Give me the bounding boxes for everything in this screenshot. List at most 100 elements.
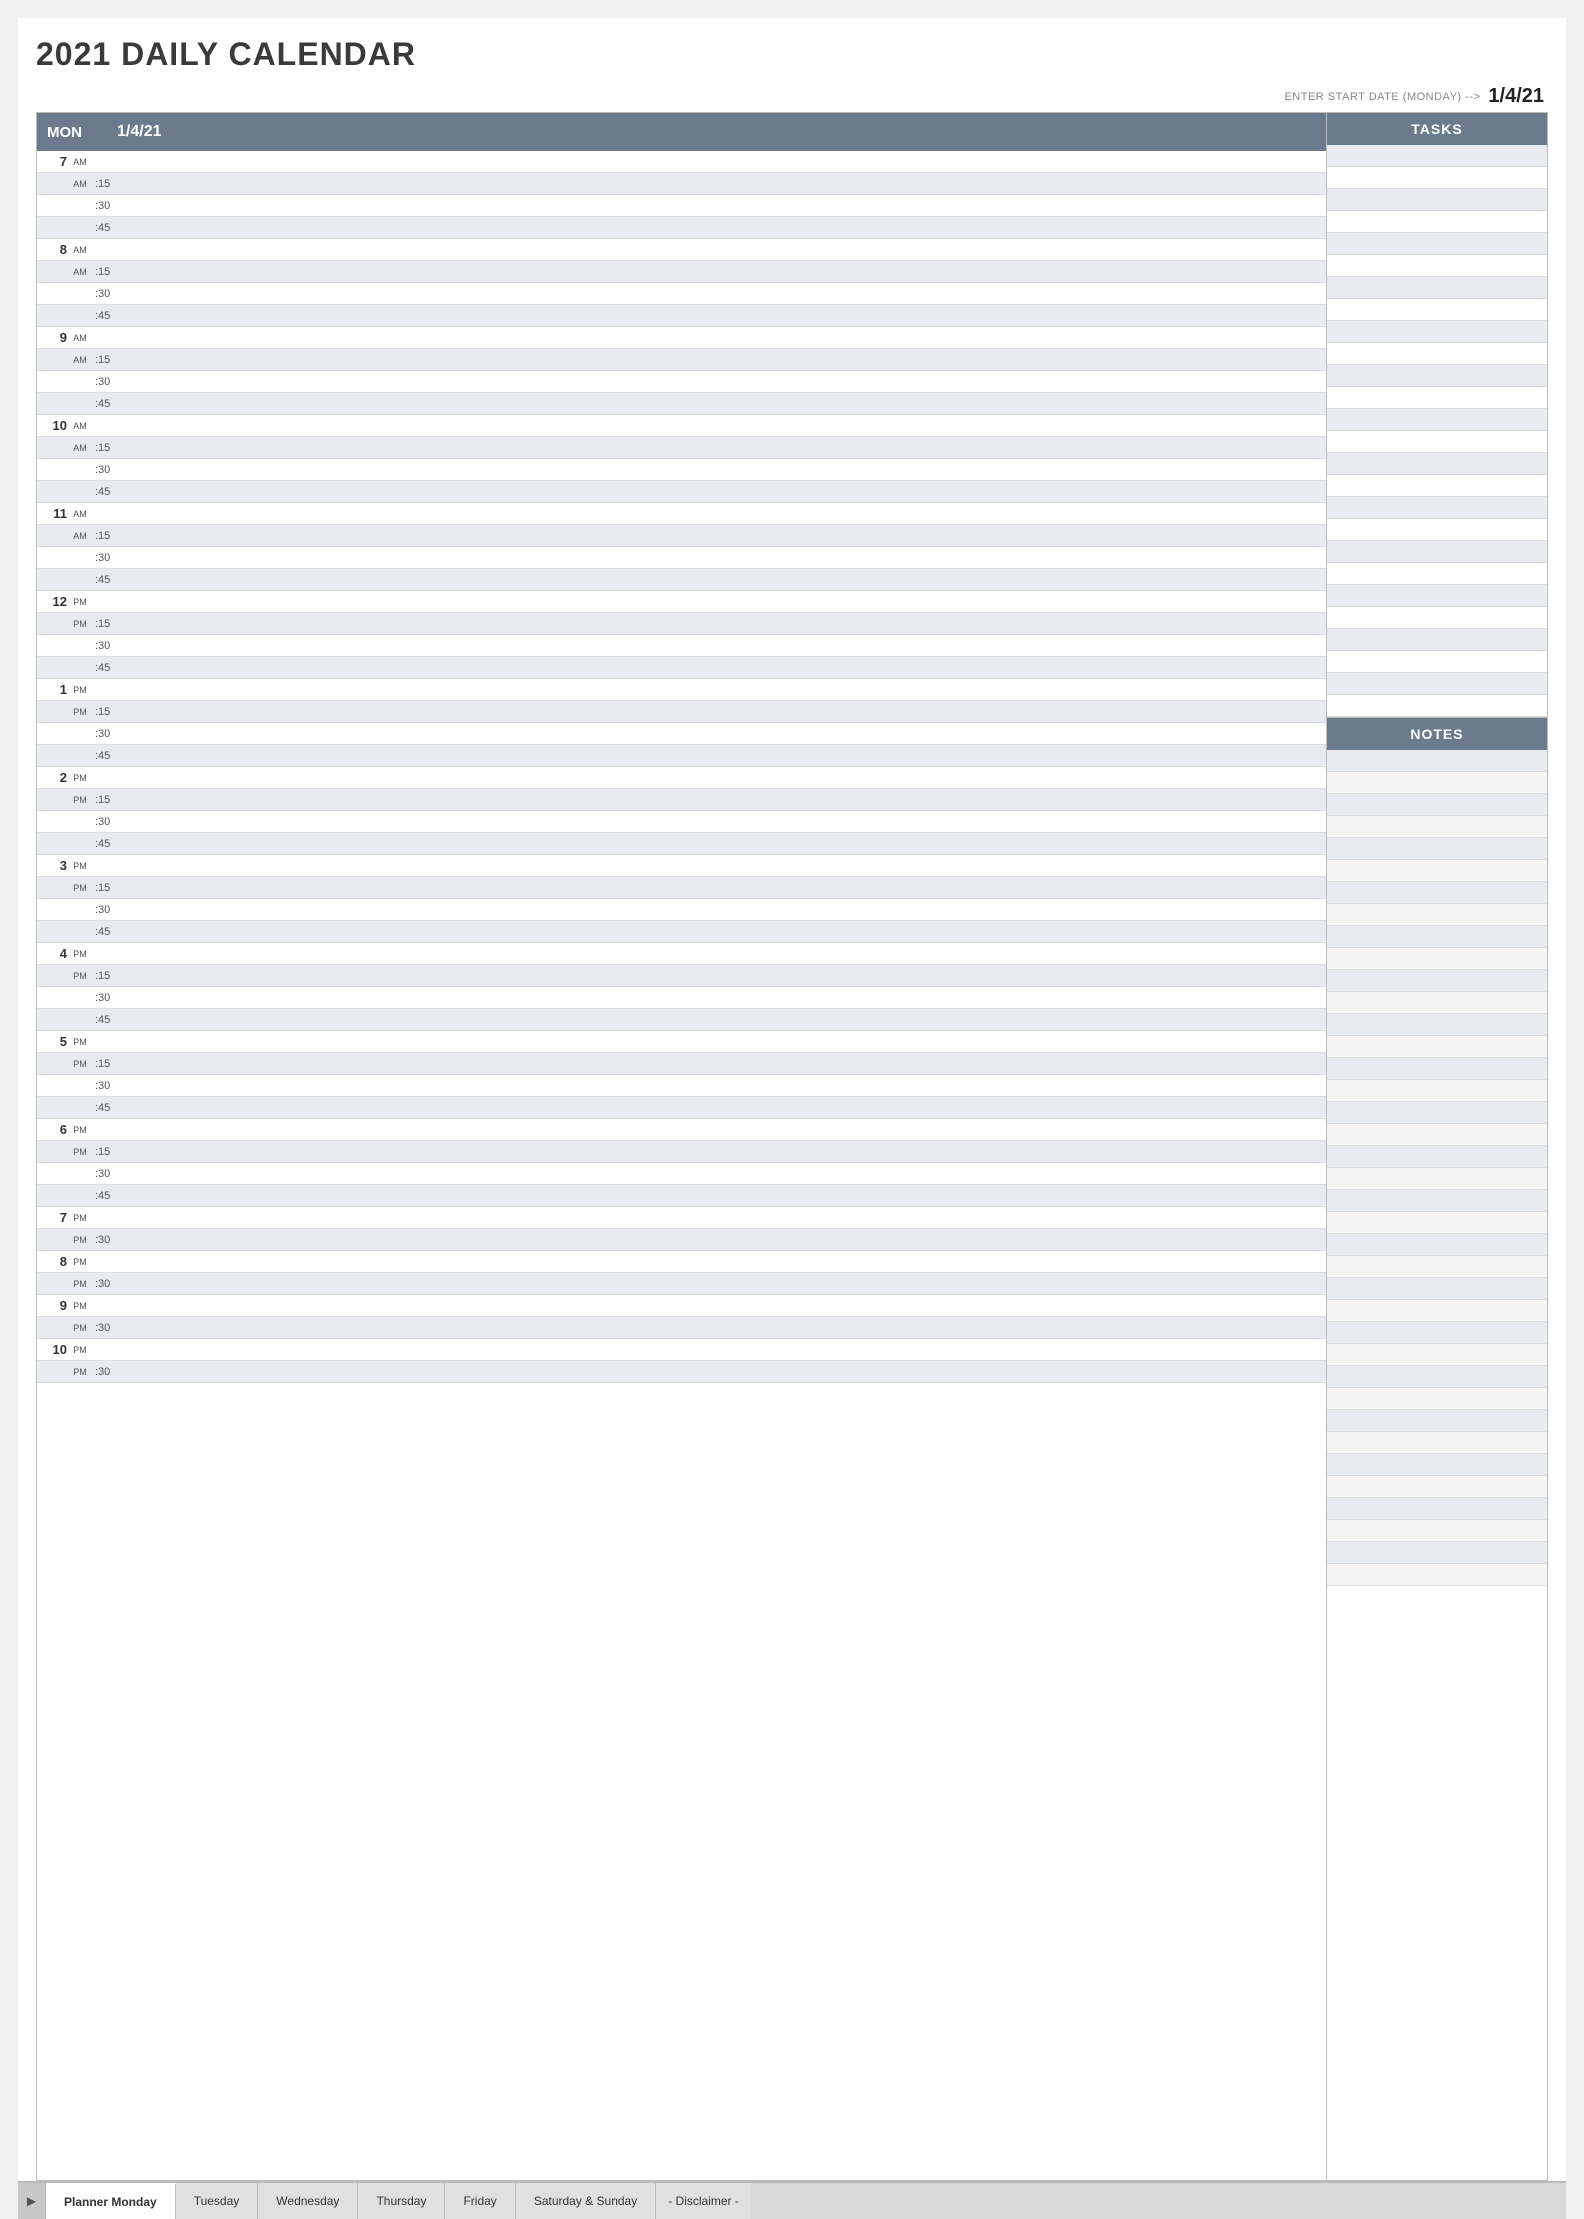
time-row[interactable]: :30 [37,459,1326,481]
time-row[interactable]: 4PM [37,943,1326,965]
event-area[interactable] [123,635,1326,656]
event-area[interactable] [123,855,1326,876]
event-area[interactable] [123,217,1326,238]
note-row[interactable] [1327,1300,1547,1322]
time-row[interactable]: :30 [37,195,1326,217]
time-row[interactable]: AM:15 [37,261,1326,283]
time-row[interactable]: PM:15 [37,789,1326,811]
event-area[interactable] [123,393,1326,414]
note-row[interactable] [1327,1278,1547,1300]
task-row[interactable] [1327,409,1547,431]
note-row[interactable] [1327,1256,1547,1278]
tab-planner-monday[interactable]: Planner Monday [46,2183,176,2219]
time-row[interactable]: 5PM [37,1031,1326,1053]
event-area[interactable] [123,833,1326,854]
note-row[interactable] [1327,948,1547,970]
event-area[interactable] [123,371,1326,392]
event-area[interactable] [123,789,1326,810]
note-row[interactable] [1327,1168,1547,1190]
time-row[interactable]: 12PM [37,591,1326,613]
time-row[interactable]: :45 [37,745,1326,767]
note-row[interactable] [1327,1476,1547,1498]
note-row[interactable] [1327,1102,1547,1124]
time-row[interactable]: 8AM [37,239,1326,261]
time-row[interactable]: :45 [37,1185,1326,1207]
note-row[interactable] [1327,1542,1547,1564]
note-row[interactable] [1327,1322,1547,1344]
time-row[interactable]: AM:15 [37,173,1326,195]
note-row[interactable] [1327,1014,1547,1036]
note-row[interactable] [1327,1036,1547,1058]
time-row[interactable]: 9AM [37,327,1326,349]
time-row[interactable]: :45 [37,569,1326,591]
event-area[interactable] [123,1273,1326,1294]
event-area[interactable] [123,745,1326,766]
time-row[interactable]: PM:15 [37,1053,1326,1075]
start-date-value[interactable]: 1/4/21 [1488,85,1544,108]
time-row[interactable]: :30 [37,811,1326,833]
event-area[interactable] [123,1251,1326,1272]
event-area[interactable] [123,1075,1326,1096]
time-row[interactable]: 3PM [37,855,1326,877]
event-area[interactable] [123,811,1326,832]
event-area[interactable] [123,1031,1326,1052]
note-row[interactable] [1327,816,1547,838]
time-row[interactable]: :45 [37,305,1326,327]
time-row[interactable]: :45 [37,921,1326,943]
event-area[interactable] [123,195,1326,216]
task-row[interactable] [1327,673,1547,695]
task-row[interactable] [1327,475,1547,497]
event-area[interactable] [123,1339,1326,1360]
task-row[interactable] [1327,321,1547,343]
note-row[interactable] [1327,1146,1547,1168]
tab-arrow[interactable]: ▶ [18,2183,46,2219]
tab-tuesday[interactable]: Tuesday [176,2183,259,2219]
tab-saturday--sunday[interactable]: Saturday & Sunday [516,2183,656,2219]
event-area[interactable] [123,261,1326,282]
event-area[interactable] [123,1229,1326,1250]
time-row[interactable]: :30 [37,371,1326,393]
note-row[interactable] [1327,1234,1547,1256]
task-row[interactable] [1327,497,1547,519]
task-row[interactable] [1327,629,1547,651]
time-row[interactable]: 1PM [37,679,1326,701]
task-row[interactable] [1327,145,1547,167]
time-row[interactable]: 10PM [37,1339,1326,1361]
event-area[interactable] [123,151,1326,172]
event-area[interactable] [123,591,1326,612]
time-row[interactable]: PM:30 [37,1273,1326,1295]
time-row[interactable]: PM:15 [37,877,1326,899]
event-area[interactable] [123,1009,1326,1030]
note-row[interactable] [1327,1564,1547,1586]
time-row[interactable]: :30 [37,723,1326,745]
event-area[interactable] [123,921,1326,942]
note-row[interactable] [1327,970,1547,992]
time-row[interactable]: 11AM [37,503,1326,525]
event-area[interactable] [123,1317,1326,1338]
note-row[interactable] [1327,882,1547,904]
task-row[interactable] [1327,211,1547,233]
event-area[interactable] [123,899,1326,920]
event-area[interactable] [123,1361,1326,1382]
task-row[interactable] [1327,343,1547,365]
note-row[interactable] [1327,1190,1547,1212]
task-row[interactable] [1327,277,1547,299]
time-row[interactable]: 7PM [37,1207,1326,1229]
task-row[interactable] [1327,189,1547,211]
time-row[interactable]: PM:15 [37,965,1326,987]
time-row[interactable]: 6PM [37,1119,1326,1141]
event-area[interactable] [123,327,1326,348]
event-area[interactable] [123,1185,1326,1206]
event-area[interactable] [123,987,1326,1008]
time-row[interactable]: 9PM [37,1295,1326,1317]
event-area[interactable] [123,547,1326,568]
time-row[interactable]: :45 [37,1009,1326,1031]
time-row[interactable]: :30 [37,283,1326,305]
event-area[interactable] [123,1295,1326,1316]
event-area[interactable] [123,239,1326,260]
task-row[interactable] [1327,255,1547,277]
tab-thursday[interactable]: Thursday [358,2183,445,2219]
event-area[interactable] [123,723,1326,744]
event-area[interactable] [123,349,1326,370]
time-row[interactable]: PM:15 [37,701,1326,723]
